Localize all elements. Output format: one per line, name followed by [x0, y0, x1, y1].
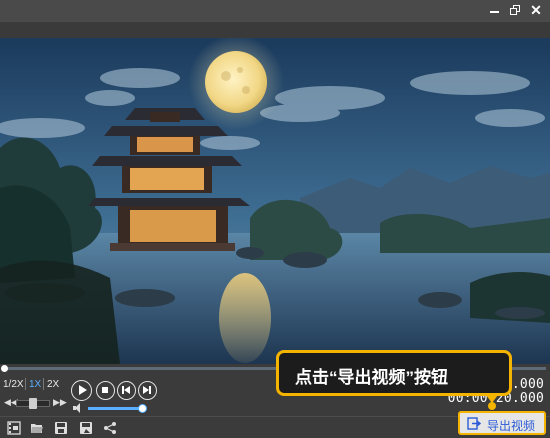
speed-normal-button[interactable]: 1X	[29, 379, 41, 390]
callout-pointer-dot	[488, 402, 496, 410]
rate-knob[interactable]	[29, 398, 37, 409]
export-icon	[467, 417, 481, 430]
speed-divider	[43, 378, 44, 390]
title-bar: ✕	[0, 0, 550, 22]
export-video-button[interactable]: 导出视频	[458, 411, 546, 435]
play-icon[interactable]	[71, 380, 92, 401]
menu-strip	[0, 22, 550, 38]
maximize-icon[interactable]	[509, 3, 523, 17]
tutorial-callout: 点击“导出视频”按钮	[276, 350, 512, 396]
rate-increase-icon[interactable]: ▶▶	[53, 397, 67, 408]
speed-double-button[interactable]: 2X	[47, 379, 59, 390]
next-icon[interactable]	[138, 381, 157, 400]
export-video-label: 导出视频	[487, 419, 536, 433]
share-icon[interactable]	[103, 421, 117, 435]
save-icon[interactable]	[54, 421, 68, 435]
volume-icon[interactable]	[73, 403, 85, 413]
callout-text: 点击“导出视频”按钮	[295, 368, 448, 387]
open-folder-icon[interactable]	[30, 421, 44, 435]
video-frame-image	[0, 38, 550, 364]
close-icon[interactable]: ✕	[529, 3, 543, 17]
minimize-icon[interactable]	[488, 3, 502, 17]
speed-divider	[25, 378, 26, 390]
previous-icon[interactable]	[117, 381, 136, 400]
film-add-icon[interactable]	[7, 421, 21, 435]
playback-rate-slider[interactable]: ◀◀ ▶▶	[2, 397, 67, 410]
volume-knob[interactable]	[138, 404, 147, 413]
video-preview[interactable]	[0, 38, 550, 364]
progress-knob[interactable]	[1, 365, 8, 372]
speed-half-button[interactable]: 1/2X	[3, 379, 24, 390]
video-player-window: ✕ 1/2X 1X 2X ◀◀ ▶▶ 0.000 00:00:20.000 导出…	[0, 0, 550, 438]
volume-fill	[88, 407, 141, 410]
stop-icon[interactable]	[96, 381, 115, 400]
save-as-icon[interactable]	[79, 421, 93, 435]
